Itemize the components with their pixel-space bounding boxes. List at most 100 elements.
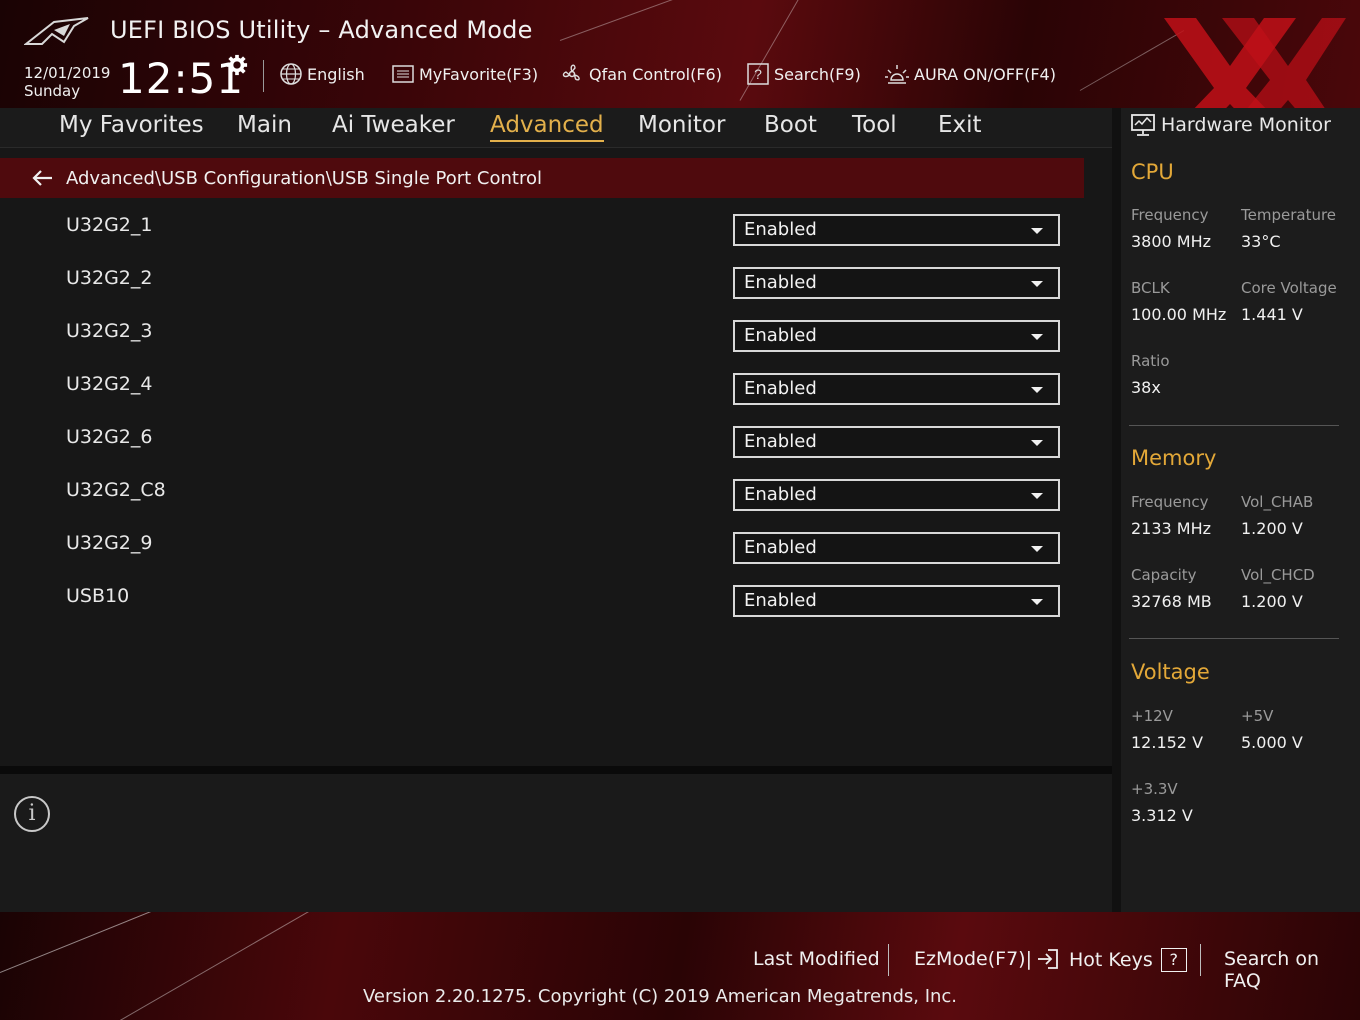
- setting-dropdown-u32g2-9[interactable]: Enabled: [733, 532, 1060, 564]
- chevron-down-icon: [1031, 493, 1043, 499]
- footer-divider: [888, 944, 889, 976]
- setting-row-u32g2-9: U32G2_9 Enabled: [0, 532, 1084, 585]
- settings-panel: Advanced\USB Configuration\USB Single Po…: [0, 148, 1112, 768]
- tab-my-favorites[interactable]: My Favorites: [59, 112, 204, 140]
- hotkeys-label: Hot Keys: [1069, 949, 1153, 971]
- v12-value: 12.152 V: [1131, 733, 1204, 752]
- decor-stripe: [559, 0, 843, 41]
- myfavorite-label: MyFavorite(F3): [419, 64, 539, 84]
- setting-label: U32G2_2: [66, 267, 153, 289]
- bclk-value: 100.00 MHz: [1131, 305, 1227, 324]
- vol-chcd-label: Vol_CHCD: [1241, 566, 1315, 584]
- chevron-down-icon: [1031, 546, 1043, 552]
- monitor-icon: [1131, 114, 1155, 136]
- help-info-panel: i: [0, 774, 1112, 912]
- search-button[interactable]: ? Search(F9): [746, 62, 861, 86]
- vol-chcd-value: 1.200 V: [1241, 592, 1303, 611]
- setting-row-u32g2-2: U32G2_2 Enabled: [0, 267, 1084, 320]
- language-button[interactable]: English: [279, 62, 365, 86]
- qfan-label: Qfan Control(F6): [589, 64, 722, 84]
- setting-label: USB10: [66, 585, 130, 607]
- setting-label: U32G2_6: [66, 426, 153, 448]
- setting-label: U32G2_9: [66, 532, 153, 554]
- core-voltage-value: 1.441 V: [1241, 305, 1303, 324]
- chevron-down-icon: [1031, 334, 1043, 340]
- setting-label: U32G2_C8: [66, 479, 166, 501]
- setting-dropdown-u32g2-4[interactable]: Enabled: [733, 373, 1060, 405]
- setting-label: U32G2_3: [66, 320, 153, 342]
- hardware-monitor-title: Hardware Monitor: [1161, 114, 1331, 136]
- footer-divider: [1200, 944, 1201, 976]
- qfan-button[interactable]: Qfan Control(F6): [559, 62, 722, 86]
- day-text: Sunday: [24, 82, 81, 100]
- setting-dropdown-u32g2-1[interactable]: Enabled: [733, 214, 1060, 246]
- setting-label: U32G2_1: [66, 214, 153, 236]
- dropdown-value: Enabled: [744, 590, 817, 611]
- app-title: UEFI BIOS Utility – Advanced Mode: [110, 16, 533, 44]
- language-label: English: [307, 64, 365, 84]
- setting-row-u32g2-c8: U32G2_C8 Enabled: [0, 479, 1084, 532]
- footer-bar: Last Modified EzMode(F7)| Hot Keys ? Sea…: [0, 912, 1360, 1020]
- cpu-frequency-label: Frequency: [1131, 206, 1209, 224]
- svg-text:?: ?: [754, 66, 762, 82]
- dropdown-value: Enabled: [744, 378, 817, 399]
- tab-boot[interactable]: Boot: [764, 112, 817, 140]
- mem-frequency-value: 2133 MHz: [1131, 519, 1212, 538]
- section-divider: [1129, 425, 1339, 426]
- info-icon: i: [14, 796, 50, 832]
- panel-divider: [0, 766, 1112, 774]
- vol-chab-label: Vol_CHAB: [1241, 493, 1314, 511]
- search-label: Search(F9): [774, 64, 861, 84]
- date-text: 12/01/2019: [24, 64, 111, 82]
- setting-row-u32g2-4: U32G2_4 Enabled: [0, 373, 1084, 426]
- back-arrow-icon[interactable]: [30, 168, 56, 188]
- setting-dropdown-u32g2-c8[interactable]: Enabled: [733, 479, 1060, 511]
- chevron-down-icon: [1031, 440, 1043, 446]
- last-modified-button[interactable]: Last Modified: [753, 948, 880, 970]
- aura-button[interactable]: AURA ON/OFF(F4): [884, 62, 1056, 86]
- setting-row-u32g2-6: U32G2_6 Enabled: [0, 426, 1084, 479]
- exit-arrow-icon: [1038, 949, 1058, 969]
- globe-icon: [280, 63, 302, 85]
- ratio-label: Ratio: [1131, 352, 1170, 370]
- main-tabs: My Favorites Main Ai Tweaker Advanced Mo…: [0, 108, 1112, 148]
- tab-monitor[interactable]: Monitor: [638, 112, 725, 140]
- setting-row-u32g2-1: U32G2_1 Enabled: [0, 214, 1084, 267]
- hardware-monitor-header: Hardware Monitor: [1131, 114, 1331, 136]
- myfavorite-button[interactable]: MyFavorite(F3): [391, 62, 538, 86]
- ezmode-button[interactable]: EzMode(F7)|: [914, 948, 1060, 970]
- fan-icon: [562, 64, 580, 81]
- rog-logo-icon: [24, 17, 89, 45]
- dropdown-value: Enabled: [744, 325, 817, 346]
- gear-icon[interactable]: [226, 54, 248, 76]
- core-voltage-label: Core Voltage: [1241, 279, 1337, 297]
- date-display: 12/01/2019 Sunday: [24, 64, 110, 100]
- setting-dropdown-u32g2-6[interactable]: Enabled: [733, 426, 1060, 458]
- dropdown-value: Enabled: [744, 272, 817, 293]
- v33-label: +3.3V: [1131, 780, 1178, 798]
- chevron-down-icon: [1031, 387, 1043, 393]
- ratio-value: 38x: [1131, 378, 1161, 397]
- search-help-icon: ?: [747, 63, 769, 85]
- myfavorite-icon: [392, 65, 414, 83]
- v12-label: +12V: [1131, 707, 1173, 725]
- voltage-heading: Voltage: [1131, 660, 1210, 684]
- setting-dropdown-usb10[interactable]: Enabled: [733, 585, 1060, 617]
- chevron-down-icon: [1031, 281, 1043, 287]
- setting-row-u32g2-3: U32G2_3 Enabled: [0, 320, 1084, 373]
- ezmode-label: EzMode(F7)|: [914, 948, 1032, 970]
- tab-advanced[interactable]: Advanced: [490, 112, 604, 142]
- setting-dropdown-u32g2-2[interactable]: Enabled: [733, 267, 1060, 299]
- tab-main[interactable]: Main: [237, 112, 292, 140]
- hotkeys-key-icon: ?: [1160, 948, 1187, 972]
- last-modified-label: Last Modified: [753, 948, 880, 970]
- hardware-monitor-panel: Hardware Monitor CPU Frequency Temperatu…: [1121, 108, 1360, 912]
- dropdown-value: Enabled: [744, 484, 817, 505]
- cpu-temperature-label: Temperature: [1241, 206, 1337, 224]
- tab-ai-tweaker[interactable]: Ai Tweaker: [332, 112, 455, 140]
- tab-exit[interactable]: Exit: [938, 112, 982, 140]
- dropdown-value: Enabled: [744, 219, 817, 240]
- tab-tool[interactable]: Tool: [852, 112, 897, 140]
- setting-dropdown-u32g2-3[interactable]: Enabled: [733, 320, 1060, 352]
- hotkeys-button[interactable]: Hot Keys ?: [1069, 948, 1187, 972]
